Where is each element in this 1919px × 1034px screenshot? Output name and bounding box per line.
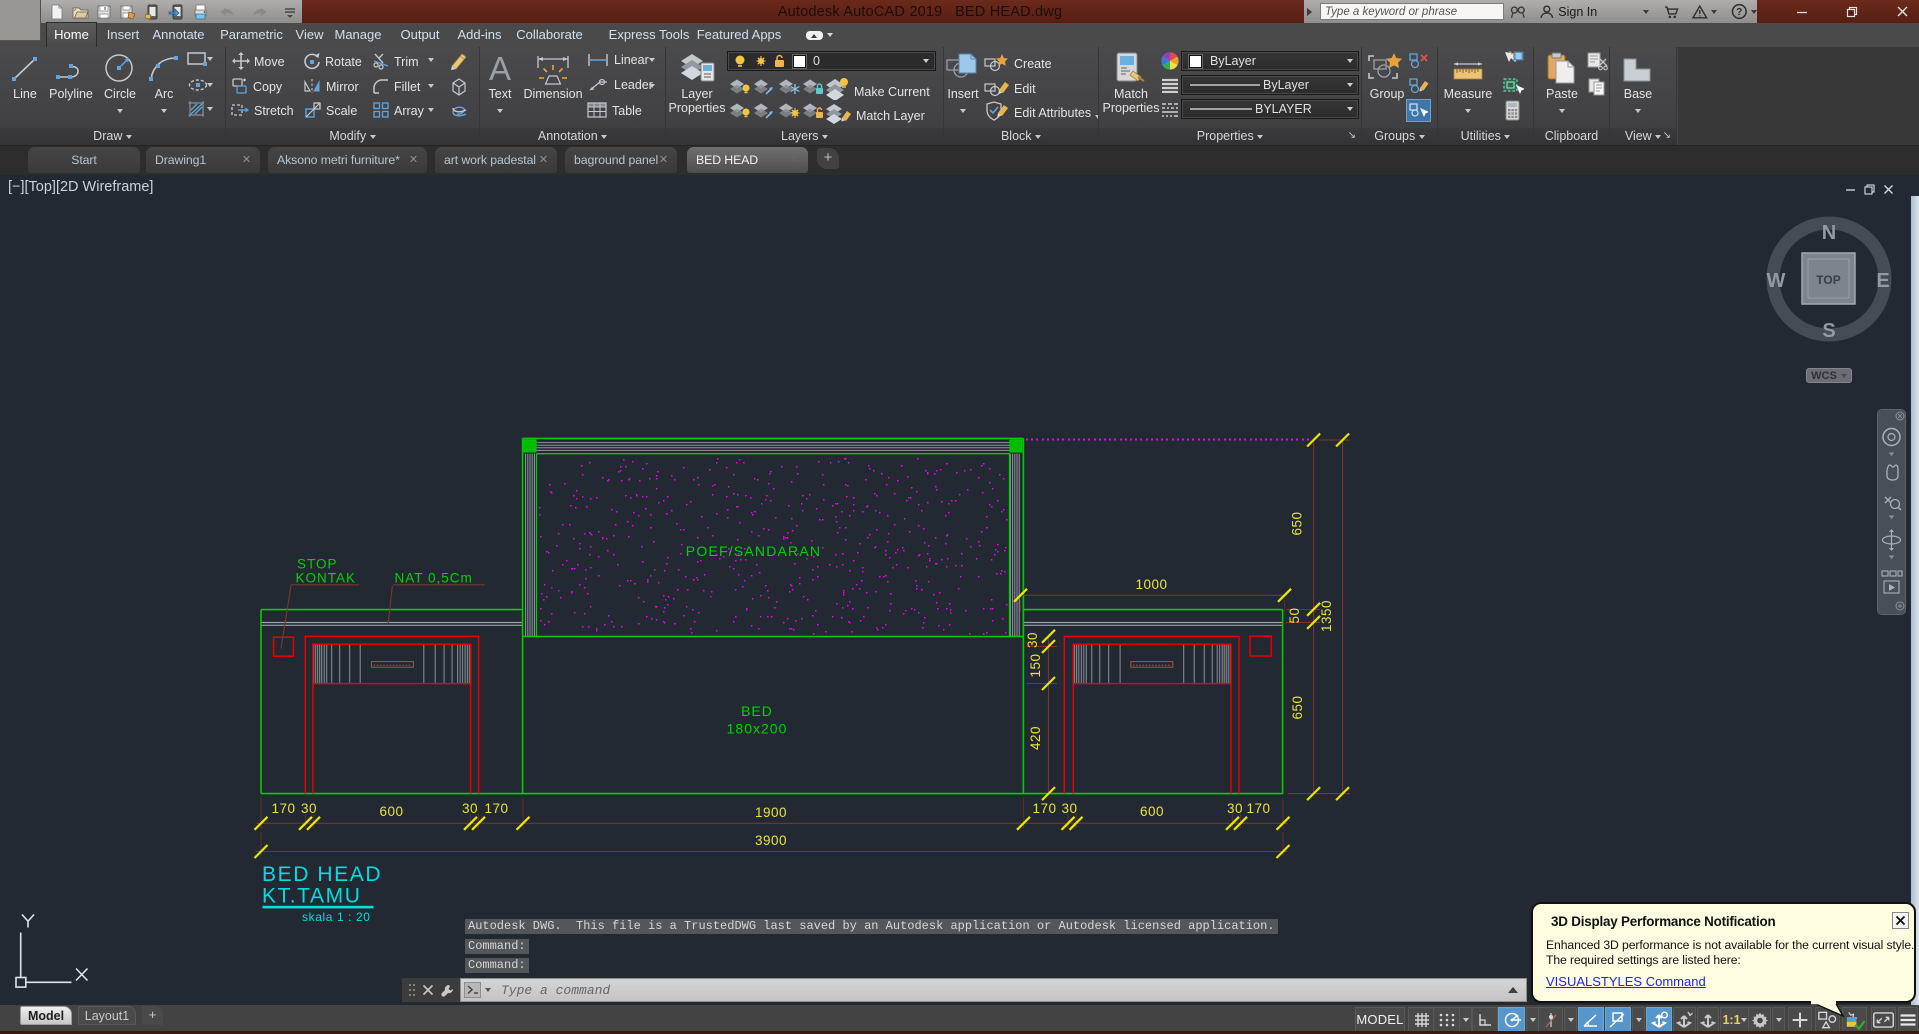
svg-text:600: 600 [1140, 804, 1164, 819]
svg-text:30: 30 [1025, 632, 1040, 648]
svg-text:650: 650 [1290, 695, 1305, 719]
svg-text:1900: 1900 [755, 805, 787, 820]
svg-text:skala 1 : 20: skala 1 : 20 [302, 910, 371, 924]
svg-text:3900: 3900 [755, 833, 787, 848]
svg-text:TOP: TOP [1816, 273, 1840, 287]
svg-text:N: N [1822, 222, 1836, 244]
svg-text:BED: BED [741, 703, 773, 719]
svg-text:W: W [1767, 270, 1786, 292]
svg-text:E: E [1876, 270, 1889, 292]
svg-text:NAT 0,5Cm: NAT 0,5Cm [395, 571, 473, 586]
svg-text:150: 150 [1028, 653, 1043, 677]
svg-text:30: 30 [301, 801, 317, 816]
svg-text:650: 650 [1290, 511, 1305, 535]
svg-text:A: A [489, 53, 511, 85]
svg-text:KT.TAMU: KT.TAMU [262, 885, 361, 908]
svg-text:180x200: 180x200 [727, 721, 788, 737]
svg-text:30: 30 [1061, 801, 1077, 816]
svg-text:50: 50 [1287, 607, 1302, 623]
svg-text:1000: 1000 [1135, 577, 1167, 592]
svg-text:STOP: STOP [297, 557, 338, 572]
svg-text:420: 420 [1028, 726, 1043, 750]
svg-text:BED HEAD: BED HEAD [262, 863, 382, 886]
svg-text:1350: 1350 [1319, 600, 1334, 632]
svg-text:170: 170 [1032, 801, 1056, 816]
svg-text:170: 170 [484, 801, 508, 816]
svg-text:600: 600 [379, 804, 403, 819]
svg-text:KONTAK: KONTAK [296, 571, 357, 586]
svg-text:170: 170 [1246, 801, 1270, 816]
svg-text:S: S [1822, 320, 1835, 342]
svg-text:30: 30 [462, 801, 478, 816]
svg-text:?: ? [1737, 7, 1743, 18]
svg-text:POEF/SANDARAN: POEF/SANDARAN [686, 543, 821, 559]
svg-text:30: 30 [1227, 801, 1243, 816]
svg-text:170: 170 [271, 801, 295, 816]
